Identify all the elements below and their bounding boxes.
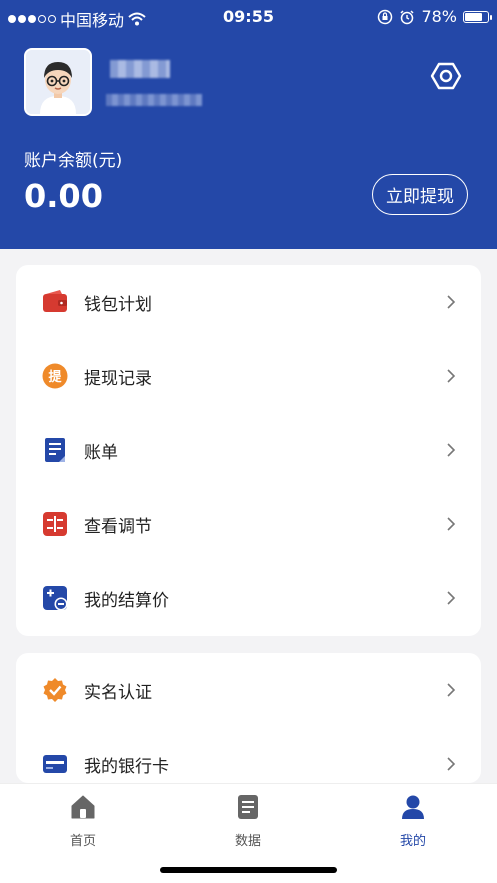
settings-icon[interactable] bbox=[430, 60, 462, 92]
menu-item-label: 账单 bbox=[84, 443, 118, 463]
status-right: 78% bbox=[377, 7, 492, 26]
chevron-right-icon bbox=[447, 591, 456, 605]
profile-icon bbox=[402, 795, 424, 819]
blurred-user-id bbox=[106, 94, 202, 106]
tab-label: 首页 bbox=[69, 834, 96, 849]
chevron-right-icon bbox=[447, 295, 456, 309]
menu-item-label: 提现记录 bbox=[84, 369, 152, 389]
menu-item-label: 我的银行卡 bbox=[84, 757, 169, 777]
tab-data[interactable]: 数据 bbox=[208, 794, 288, 849]
home-indicator[interactable] bbox=[160, 867, 337, 873]
chevron-right-icon bbox=[447, 369, 456, 383]
status-bar: 中国移动 09:55 78% bbox=[0, 0, 497, 34]
menu-item-label: 我的结算价 bbox=[84, 591, 169, 611]
avatar[interactable] bbox=[24, 48, 92, 116]
withdraw-button[interactable]: 立即提现 bbox=[372, 174, 468, 215]
withdraw-icon: 提 bbox=[42, 363, 68, 389]
tab-label: 我的 bbox=[399, 834, 426, 849]
chevron-right-icon bbox=[447, 443, 456, 457]
alarm-icon bbox=[400, 9, 414, 24]
battery-percent: 78% bbox=[421, 7, 457, 26]
menu-item-real-name-verify[interactable]: 实名认证 bbox=[16, 653, 481, 727]
wallet-icon bbox=[43, 290, 67, 312]
withdraw-icon-glyph: 提 bbox=[48, 369, 62, 385]
menu-item-bill[interactable]: 账单 bbox=[16, 413, 481, 487]
tab-profile[interactable]: 我的 bbox=[373, 794, 453, 849]
menu-card-account: 实名认证 我的银行卡 bbox=[16, 653, 481, 783]
tab-label: 数据 bbox=[234, 834, 261, 849]
verify-icon bbox=[43, 678, 67, 702]
balance-label: 账户余额(元) bbox=[24, 151, 123, 171]
bill-icon bbox=[45, 438, 65, 462]
menu-item-withdraw-records[interactable]: 提 提现记录 bbox=[16, 339, 481, 413]
menu-item-bank-card[interactable]: 我的银行卡 bbox=[16, 727, 481, 783]
tab-home[interactable]: 首页 bbox=[43, 794, 123, 849]
chevron-right-icon bbox=[447, 683, 456, 697]
home-icon bbox=[71, 795, 95, 819]
menu-item-label: 钱包计划 bbox=[84, 295, 152, 315]
chevron-right-icon bbox=[447, 757, 456, 771]
menu-item-label: 查看调节 bbox=[84, 517, 152, 537]
menu-item-wallet-plan[interactable]: 钱包计划 bbox=[16, 265, 481, 339]
chevron-right-icon bbox=[447, 517, 456, 531]
menu-card-main: 钱包计划 提 提现记录 账单 查看调节 我的结算价 bbox=[16, 265, 481, 636]
data-icon bbox=[238, 795, 258, 819]
menu-item-settlement-price[interactable]: 我的结算价 bbox=[16, 561, 481, 635]
menu-item-label: 实名认证 bbox=[84, 683, 152, 703]
battery-icon bbox=[463, 10, 492, 23]
bank-card-icon bbox=[43, 755, 67, 773]
blurred-username bbox=[110, 60, 170, 78]
adjust-icon bbox=[43, 512, 67, 536]
balance-value: 0.00 bbox=[24, 177, 103, 215]
menu-item-view-adjust[interactable]: 查看调节 bbox=[16, 487, 481, 561]
settlement-icon bbox=[43, 586, 68, 611]
avatar-illustration-icon bbox=[26, 50, 90, 114]
rotation-lock-icon bbox=[378, 9, 393, 24]
profile-header: 账户余额(元) 0.00 立即提现 bbox=[0, 34, 497, 249]
